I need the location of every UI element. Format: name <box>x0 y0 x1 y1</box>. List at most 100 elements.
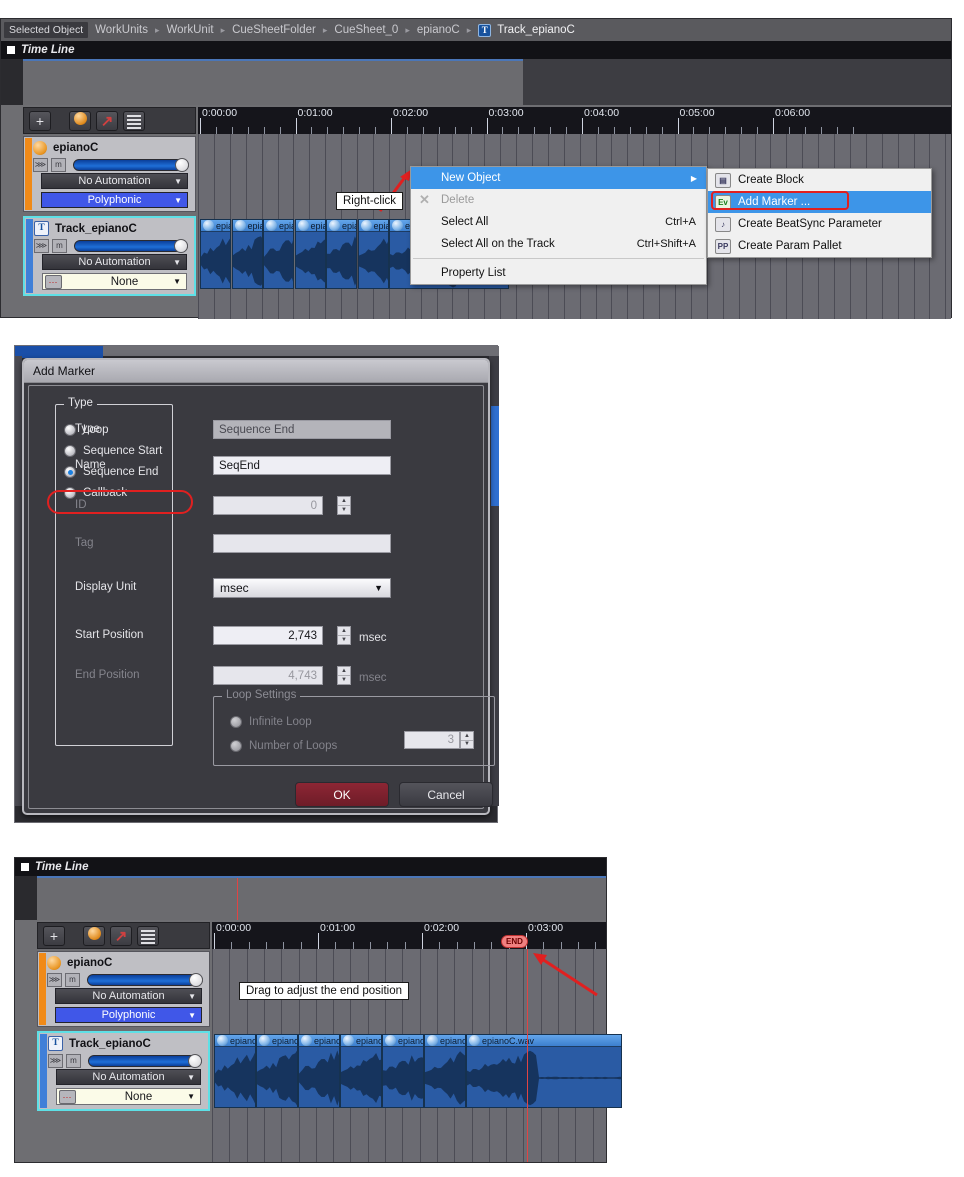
breadcrumb-item-cuesheet0[interactable]: CueSheet_0 <box>334 24 398 36</box>
loop-count-input[interactable]: 3 <box>404 731 460 749</box>
start-position-stepper[interactable]: ▲ ▼ <box>337 626 351 645</box>
param-select[interactable]: ⋯ None ▼ <box>56 1088 201 1105</box>
mute-icon[interactable]: m <box>51 157 66 172</box>
track-header-track-epianoc[interactable]: T Track_epianoC ⋙ m No Automation ▼ ⋯ Non… <box>23 216 196 296</box>
menu-item-select-all[interactable]: Select All Ctrl+A <box>411 211 706 233</box>
automation-select[interactable]: No Automation ▼ <box>42 254 187 270</box>
track-name-label: epianoC <box>67 956 113 969</box>
type-input[interactable]: Sequence End <box>213 420 391 439</box>
volume-slider[interactable] <box>88 1053 202 1068</box>
loop-settings-legend: Loop Settings <box>222 689 301 701</box>
radio-infinite-loop[interactable]: Infinite Loop <box>230 711 312 732</box>
lane-gridline <box>198 134 199 319</box>
start-position-input[interactable]: 2,743 <box>213 626 323 645</box>
mute-icon[interactable]: m <box>65 972 80 987</box>
ok-button[interactable]: OK <box>295 782 389 807</box>
menu-item-select-all-on-the-track[interactable]: Select All on the Track Ctrl+Shift+A <box>411 233 706 255</box>
volume-slider[interactable] <box>87 972 203 987</box>
audio-clip[interactable]: epianoC.wav <box>256 1034 298 1108</box>
audio-clip[interactable]: epianoC.wav <box>200 219 231 289</box>
submenu-item-create-param-pallet[interactable]: PP Create Param Pallet <box>708 235 931 257</box>
end-position-stepper[interactable]: ▲ ▼ <box>337 666 351 685</box>
delete-x-icon: ✕ <box>419 192 430 207</box>
add-button[interactable]: + <box>29 110 51 131</box>
slider-knob[interactable] <box>188 1053 202 1068</box>
ruler-minor-tick <box>231 942 233 949</box>
audio-clip[interactable]: epianoC.wav <box>231 219 263 289</box>
voice-ball-button[interactable] <box>83 925 105 946</box>
breadcrumb-item-workunit[interactable]: WorkUnit <box>167 24 214 36</box>
submenu-item-label: Create Param Pallet <box>738 240 842 252</box>
automation-curve-icon[interactable]: ⋙ <box>33 157 48 172</box>
radio-number-of-loops[interactable]: Number of Loops <box>230 735 337 756</box>
display-unit-select[interactable]: msec ▼ <box>213 578 391 598</box>
overview-strip[interactable] <box>37 876 606 920</box>
context-menu[interactable]: New Object ▶ ✕ Delete Select All Ctrl+A Select… <box>410 166 707 285</box>
mute-icon[interactable]: m <box>52 238 67 253</box>
radio-icon <box>64 444 76 457</box>
param-dots-icon[interactable]: ⋯ <box>45 275 62 289</box>
audio-clip[interactable]: epianoC.wav <box>340 1034 382 1108</box>
loop-count-stepper[interactable]: ▲ ▼ <box>460 731 474 749</box>
submenu-item-create-beatsync-parameter[interactable]: ♪ Create BeatSync Parameter <box>708 213 931 235</box>
selected-object-chip: Selected Object <box>4 22 89 38</box>
automation-select[interactable]: No Automation ▼ <box>55 988 202 1004</box>
slider-knob[interactable] <box>189 972 203 987</box>
automation-select[interactable]: No Automation ▼ <box>41 173 188 189</box>
voice-ball-button[interactable] <box>69 110 91 131</box>
audio-clip[interactable]: epianoC.wav <box>214 1034 256 1108</box>
background-clip-hint <box>491 406 499 506</box>
track-header-epianoc[interactable]: epianoC ⋙ m No Automation ▼ Polyphonic ▼ <box>37 951 210 1027</box>
automation-curve-icon[interactable]: ⋙ <box>47 972 62 987</box>
breadcrumb-item-workunits[interactable]: WorkUnits <box>95 24 148 36</box>
list-button[interactable] <box>123 110 145 131</box>
volume-slider[interactable] <box>73 157 189 172</box>
audio-clip[interactable]: epianoC.wav <box>466 1034 622 1108</box>
track-header-track-epianoc[interactable]: T Track_epianoC ⋙ m No Automation ▼ ⋯ Non… <box>37 1031 210 1111</box>
audio-clip[interactable]: epianoC.wav <box>294 219 326 289</box>
breadcrumb-item-epianoc[interactable]: epianoC <box>417 24 460 36</box>
param-select[interactable]: ⋯ None ▼ <box>42 273 187 290</box>
cancel-button[interactable]: Cancel <box>399 782 493 807</box>
voice-mode-value: Polyphonic <box>101 1009 156 1021</box>
audio-clip[interactable]: epianoC.wav <box>298 1034 340 1108</box>
overview-playhead[interactable] <box>237 878 238 920</box>
chevron-down-icon: ▼ <box>188 991 196 1001</box>
list-button[interactable] <box>137 925 159 946</box>
track-header-epianoc[interactable]: epianoC ⋙ m No Automation ▼ Polyphonic ▼ <box>23 136 196 212</box>
add-button[interactable]: + <box>43 925 65 946</box>
audio-clip[interactable]: epianoC.wav <box>382 1034 424 1108</box>
automation-select[interactable]: No Automation ▼ <box>56 1069 201 1085</box>
submenu-item-create-block[interactable]: ▤ Create Block <box>708 169 931 191</box>
submenu-item-label: Create Block <box>738 174 804 186</box>
audio-clip[interactable]: epianoC.wav <box>357 219 389 289</box>
slider-knob[interactable] <box>174 238 188 253</box>
name-input[interactable]: SeqEnd <box>213 456 391 475</box>
automation-curve-icon[interactable]: ⋙ <box>34 238 49 253</box>
mute-icon[interactable]: m <box>66 1053 81 1068</box>
envelope-button[interactable]: ↗ <box>110 925 132 946</box>
id-stepper[interactable]: ▲ ▼ <box>337 496 351 515</box>
context-submenu[interactable]: ▤ Create Block Ev Add Marker ... ♪ Create Bea… <box>707 168 932 258</box>
automation-curve-icon[interactable]: ⋙ <box>48 1053 63 1068</box>
audio-clip[interactable]: epianoC.wav <box>424 1034 466 1108</box>
radio-label: Number of Loops <box>249 739 338 752</box>
overview-strip[interactable] <box>23 59 523 105</box>
audio-clip[interactable]: epianoC.wav <box>326 219 357 289</box>
breadcrumb-item-cuesheetfolder[interactable]: CueSheetFolder <box>232 24 316 36</box>
timeline-panel-bottom: Time Line + ↗ 0:00:00 0:01:00 0:02:00 0:03:… <box>14 857 622 1163</box>
menu-item-property-list[interactable]: Property List <box>411 262 706 284</box>
menu-item-new-object[interactable]: New Object ▶ <box>411 167 706 189</box>
slider-knob[interactable] <box>175 157 189 172</box>
voice-mode-select[interactable]: Polyphonic ▼ <box>55 1007 202 1023</box>
zigzag-icon: ↗ <box>114 927 128 945</box>
envelope-button[interactable]: ↗ <box>96 110 118 131</box>
voice-mode-select[interactable]: Polyphonic ▼ <box>41 192 188 208</box>
param-dots-icon[interactable]: ⋯ <box>59 1090 76 1104</box>
timeline-ruler-top[interactable]: 0:00:00 0:01:00 0:02:00 0:03:00 0:04:00 0:05:… <box>198 107 951 134</box>
audio-clip[interactable]: epianoC.wav <box>263 219 294 289</box>
volume-slider[interactable] <box>74 238 188 253</box>
ruler-minor-tick <box>263 127 265 134</box>
end-marker-flag[interactable]: END <box>501 935 528 948</box>
radio-sequence-start[interactable]: Sequence Start <box>64 440 172 461</box>
